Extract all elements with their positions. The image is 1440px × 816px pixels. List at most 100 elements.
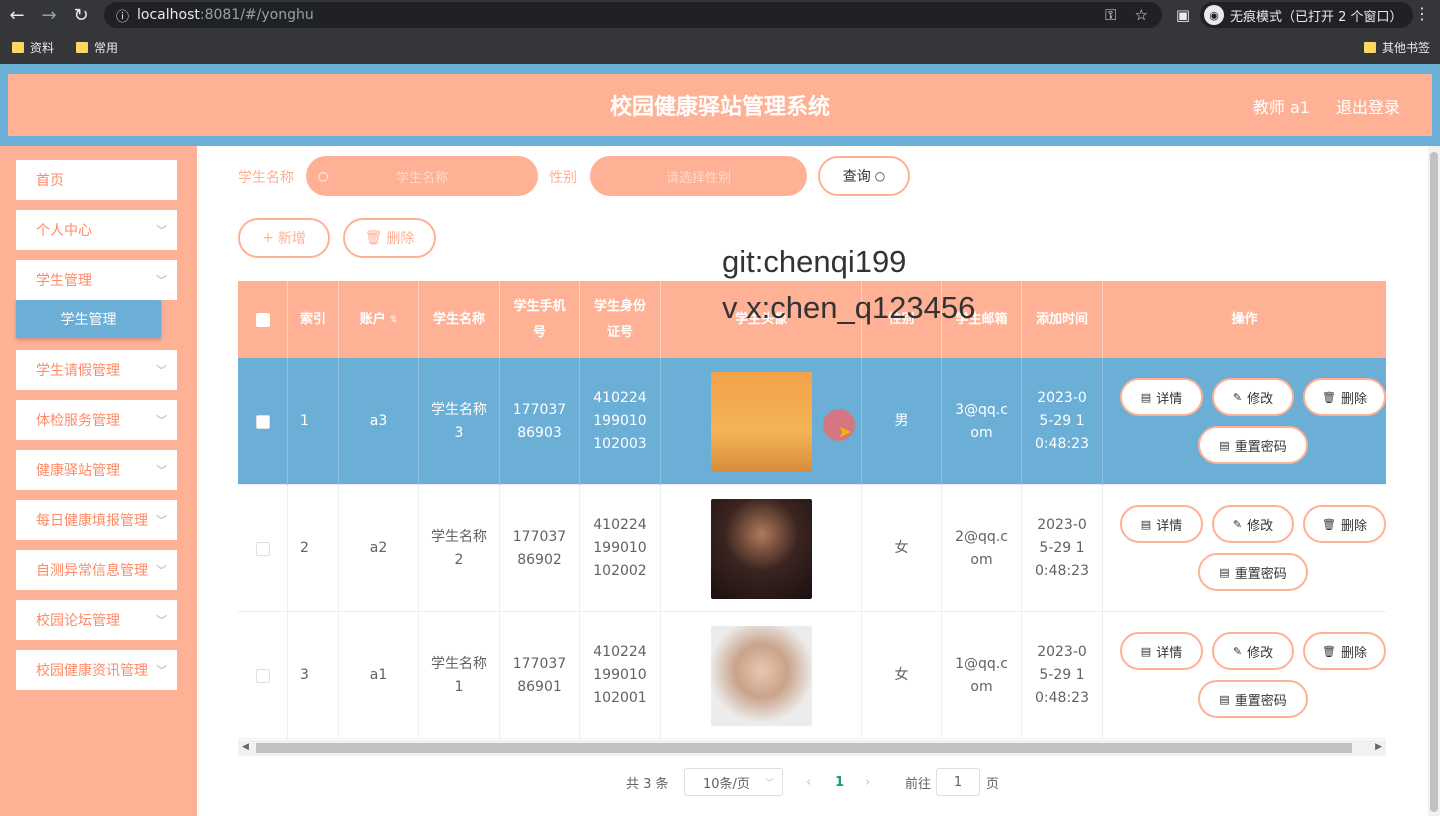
sidebar-item-news[interactable]: 校园健康资讯管理 ﹀ — [16, 650, 177, 690]
bookmarks-bar: 资料 常用 其他书签 — [0, 32, 1440, 62]
row-checkbox[interactable] — [255, 414, 270, 429]
delete-button[interactable]: 🗑 删除 — [1303, 378, 1386, 416]
vscroll-thumb[interactable] — [1430, 152, 1438, 812]
edit-button[interactable]: ✎ 修改 — [1212, 378, 1294, 416]
cell-account-text: a1 — [369, 667, 388, 683]
goto-input[interactable]: 1 — [936, 768, 980, 796]
scroll-right-icon[interactable]: ▶ — [1375, 742, 1382, 752]
incognito-label: 无痕模式（已打开 2 个窗口） — [1230, 9, 1403, 25]
vertical-scrollbar[interactable] — [1428, 146, 1440, 816]
bookmark-item[interactable]: 常用 — [76, 39, 118, 56]
sidepanel-icon[interactable]: ▣ — [1170, 2, 1196, 28]
sidebar-item-abnormal[interactable]: 自测异常信息管理 ﹀ — [16, 550, 177, 590]
reload-icon[interactable]: ↻ — [68, 2, 94, 28]
horizontal-scrollbar[interactable]: ◀ ▶ — [238, 740, 1386, 756]
delete-button[interactable]: 🗑 删除 — [1303, 505, 1386, 543]
row-checkbox[interactable] — [255, 668, 270, 683]
chevron-down-icon: ﹀ — [156, 564, 167, 577]
reset-password-button[interactable]: ▤ 重置密码 — [1198, 553, 1308, 591]
trash-icon: 🗑 — [1322, 390, 1336, 404]
page-number-current[interactable]: 1 — [835, 768, 844, 796]
next-page-icon[interactable]: › — [865, 768, 870, 796]
row-select-cell — [238, 612, 288, 739]
trash-icon: 🗑 — [1322, 644, 1336, 658]
row-checkbox[interactable] — [255, 541, 270, 556]
prev-page-icon[interactable]: ‹ — [806, 768, 811, 796]
delete-button-label: 删除 — [1340, 518, 1367, 534]
cell-gender: 女 — [862, 485, 942, 612]
sidebar-item-station[interactable]: 健康驿站管理 ﹀ — [16, 450, 177, 490]
edit-icon: ✎ — [1232, 517, 1243, 531]
col-header-time[interactable]: 添加时间 — [1022, 281, 1103, 358]
sidebar-item-leave[interactable]: 学生请假管理 ﹀ — [16, 350, 177, 390]
col-header-name[interactable]: 学生名称 — [419, 281, 500, 358]
query-button[interactable]: 查询 ○ — [818, 156, 910, 196]
cell-phone-text: 17703786903 — [512, 401, 567, 441]
bulk-delete-button[interactable]: 🗑 删除 — [343, 218, 436, 258]
scroll-left-icon[interactable]: ◀ — [242, 742, 249, 752]
avatar[interactable] — [710, 498, 812, 599]
col-select-all[interactable] — [238, 281, 288, 358]
detail-button[interactable]: ▤ 详情 — [1120, 378, 1203, 416]
sidebar-item-daily-report[interactable]: 每日健康填报管理 ﹀ — [16, 500, 177, 540]
avatar-cell — [661, 485, 862, 612]
cell-email: 2@qq.com — [942, 485, 1022, 612]
edit-button[interactable]: ✎ 修改 — [1212, 632, 1294, 670]
bookmark-item[interactable]: 资料 — [12, 39, 54, 56]
goto-label: 前往 — [905, 776, 932, 792]
forward-icon[interactable]: → — [36, 2, 62, 28]
sidebar-item-forum[interactable]: 校园论坛管理 ﹀ — [16, 600, 177, 640]
edit-button-label: 修改 — [1247, 645, 1274, 661]
sidebar-item-home[interactable]: 首页 — [16, 160, 177, 200]
reset-password-button-label: 重置密码 — [1234, 439, 1287, 455]
avatar[interactable] — [710, 625, 812, 726]
document-icon: ▤ — [1140, 517, 1152, 531]
col-header-account[interactable]: 账户 ⇅ — [339, 281, 419, 358]
info-icon: ⓘ — [116, 9, 130, 25]
url-path: :8081/#/yonghu — [199, 7, 314, 23]
chevron-down-icon: ﹀ — [156, 414, 167, 427]
select-all-checkbox[interactable] — [255, 312, 270, 327]
cell-index-text: 3 — [300, 667, 309, 683]
scroll-thumb[interactable] — [256, 743, 1352, 753]
avatar[interactable] — [710, 371, 812, 472]
search-name-placeholder: 学生名称 — [395, 170, 448, 186]
page-size-select[interactable]: 10条/页 ﹀ — [684, 768, 783, 796]
col-header-phone[interactable]: 学生手机号 — [500, 281, 580, 358]
search-gender-placeholder: 请选择性别 — [665, 170, 731, 186]
detail-button[interactable]: ▤ 详情 — [1120, 505, 1203, 543]
sidebar: 首页 个人中心 ﹀ 学生管理 ﹀ 学生管理 学生请假管理 ﹀ 体检服务管理 ﹀ 健康驿站… — [0, 146, 197, 816]
chevron-down-icon: ﹀ — [156, 274, 167, 287]
cell-phone: 17703786902 — [500, 485, 580, 612]
bookmark-other[interactable]: 其他书签 — [1364, 39, 1430, 56]
sidebar-subitem-students[interactable]: 学生管理 — [16, 300, 161, 338]
reset-password-button[interactable]: ▤ 重置密码 — [1198, 680, 1308, 718]
chevron-down-icon: ﹀ — [156, 614, 167, 627]
address-bar[interactable]: ⓘ localhost:8081/#/yonghu ⚿ ☆ — [104, 2, 1162, 28]
search-gender-select[interactable]: 请选择性别 — [590, 156, 807, 196]
cell-index: 3 — [288, 612, 339, 739]
detail-button[interactable]: ▤ 详情 — [1120, 632, 1203, 670]
reset-password-button-label: 重置密码 — [1234, 693, 1287, 709]
logout-link[interactable]: 退出登录 — [1336, 94, 1400, 118]
url-host: localhost — [137, 7, 200, 23]
col-header-idcard[interactable]: 学生身份证号 — [580, 281, 661, 358]
sidebar-item-checkup[interactable]: 体检服务管理 ﹀ — [16, 400, 177, 440]
cell-account: a2 — [339, 485, 419, 612]
delete-button[interactable]: 🗑 删除 — [1303, 632, 1386, 670]
edit-button[interactable]: ✎ 修改 — [1212, 505, 1294, 543]
cell-id_card-text: 410224199010102003 — [593, 390, 647, 452]
star-icon[interactable]: ☆ — [1135, 6, 1148, 24]
back-icon[interactable]: ← — [4, 2, 30, 28]
incognito-indicator[interactable]: ◉ 无痕模式（已打开 2 个窗口） — [1200, 2, 1413, 28]
sort-icon[interactable]: ⇅ — [390, 307, 398, 333]
search-name-input[interactable]: ○ 学生名称 — [306, 156, 538, 196]
delete-button-label: 删除 — [1340, 391, 1367, 407]
sidebar-item-students[interactable]: 学生管理 ﹀ — [16, 260, 177, 300]
pager-total: 共 3 条 — [626, 776, 669, 792]
menu-icon[interactable]: ⋮ — [1414, 4, 1430, 23]
key-icon[interactable]: ⚿ — [1105, 6, 1116, 24]
sidebar-item-profile[interactable]: 个人中心 ﹀ — [16, 210, 177, 250]
add-button[interactable]: + 新增 — [238, 218, 330, 258]
reset-password-button[interactable]: ▤ 重置密码 — [1198, 426, 1308, 464]
